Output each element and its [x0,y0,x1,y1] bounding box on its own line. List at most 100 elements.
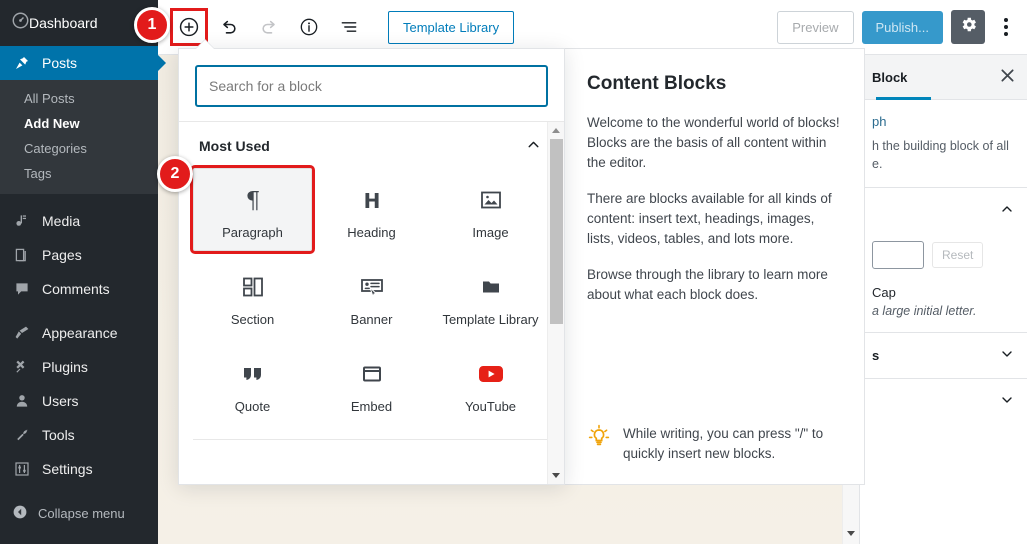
settings-toggle-button[interactable] [951,10,985,44]
content-info-button[interactable] [292,10,326,44]
block-item-quote[interactable]: Quote [193,342,312,425]
block-label-embed: Embed [351,399,392,414]
sidebar-subitem-categories[interactable]: Categories [0,136,158,161]
help-tip-text: While writing, you can press "/" to quic… [623,424,842,464]
sidebar-item-appearance[interactable]: Appearance [0,316,158,350]
sidebar-item-settings[interactable]: Settings [0,452,158,486]
step-badge-2: 2 [157,156,193,192]
menu-spacer-3 [0,486,158,496]
inserter-scroll-area: Most Used ¶ Paragraph H Heading [179,121,564,484]
sidebar-item-users[interactable]: Users [0,384,158,418]
typography-panel-header[interactable] [860,187,1027,233]
font-size-input[interactable] [872,241,924,269]
tab-block[interactable]: Block [872,70,907,85]
preview-button[interactable]: Preview [777,11,853,44]
search-input[interactable] [195,65,548,107]
collapse-menu-button[interactable]: Collapse menu [0,496,158,530]
canvas-scroll-down-arrow-icon[interactable] [847,531,855,536]
block-item-section[interactable]: Section [193,255,312,338]
help-paragraph-1: Welcome to the wonderful world of blocks… [587,113,842,173]
sidebar-item-posts[interactable]: Posts [0,46,158,80]
help-paragraph-2: There are blocks available for all kinds… [587,189,842,249]
gear-icon [959,15,978,39]
most-used-panel-header[interactable]: Most Used [179,122,564,166]
color-settings-panel-header[interactable]: s [860,332,1027,378]
block-label-heading: Heading [347,225,395,240]
chevron-down-icon-2[interactable] [999,392,1015,411]
block-item-image[interactable]: Image [431,168,550,251]
lightbulb-icon [587,424,611,455]
block-label-template-library: Template Library [442,312,538,327]
more-options-button[interactable] [993,10,1019,44]
publish-button[interactable]: Publish... [862,11,943,44]
selected-block-desc-line1: h the building block of all [872,137,1015,155]
kebab-dot-3 [1004,32,1008,36]
drop-cap-title: Cap [860,283,1027,300]
sidebar-item-label-users: Users [42,393,79,409]
step-badge-1: 1 [134,7,170,43]
youtube-icon [477,357,505,391]
svg-text:¶: ¶ [245,188,260,213]
block-item-youtube[interactable]: YouTube [431,342,550,425]
redo-button[interactable] [252,10,286,44]
posts-submenu: All Posts Add New Categories Tags [0,80,158,194]
block-item-heading[interactable]: H Heading [312,168,431,251]
template-library-button[interactable]: Template Library [388,11,514,44]
wp-block-editor-screen: Dashboard Posts All Posts Add New Catego… [0,0,1027,544]
block-inserter-popover: Most Used ¶ Paragraph H Heading [178,48,565,485]
chevron-up-icon-typography[interactable] [999,201,1015,220]
section-columns-icon [241,270,265,304]
block-item-embed[interactable]: Embed [312,342,431,425]
admin-sidebar: Dashboard Posts All Posts Add New Catego… [0,0,158,544]
sidebar-item-tools[interactable]: Tools [0,418,158,452]
sidebar-item-comments[interactable]: Comments [0,272,158,306]
undo-button[interactable] [212,10,246,44]
content-blocks-help-panel: Content Blocks Welcome to the wonderful … [565,48,865,485]
help-panel-title: Content Blocks [587,73,842,95]
sidebar-item-label-tools: Tools [42,427,75,443]
block-label-quote: Quote [235,399,270,414]
image-icon [479,183,503,217]
block-item-template-library[interactable]: Template Library [431,255,550,338]
sidebar-subitem-all-posts[interactable]: All Posts [0,86,158,111]
help-tip: While writing, you can press "/" to quic… [587,424,842,470]
scroll-down-arrow-icon[interactable] [552,473,560,478]
grid-separator [193,439,550,440]
sidebar-item-label-settings: Settings [42,461,93,477]
close-icon[interactable] [1000,68,1015,86]
sliders-icon [12,459,32,479]
sidebar-item-label-pages: Pages [42,247,82,263]
sidebar-item-pages[interactable]: Pages [0,238,158,272]
editor-header: Template Library Preview Publish... [158,0,1027,55]
block-item-paragraph[interactable]: ¶ Paragraph [193,168,312,251]
sidebar-item-plugins[interactable]: Plugins [0,350,158,384]
sidebar-item-media[interactable]: Media [0,204,158,238]
help-paragraph-3: Browse through the library to learn more… [587,265,842,305]
advanced-panel-header[interactable] [860,378,1027,424]
pin-icon [12,53,32,73]
inserter-scrollbar-thumb[interactable] [550,139,563,324]
block-label-image: Image [472,225,508,240]
folder-icon [479,270,503,304]
media-icon [12,211,32,231]
reset-button[interactable]: Reset [932,242,983,268]
appearance-brush-icon [12,323,32,343]
collapse-arrow-icon [12,504,28,523]
sidebar-subitem-tags[interactable]: Tags [0,161,158,186]
inserter-scrollbar[interactable] [547,122,564,484]
selected-block-desc-line2: e. [872,155,1015,173]
block-item-banner[interactable]: Banner [312,255,431,338]
scroll-up-arrow-icon[interactable] [552,128,560,133]
list-view-button[interactable] [332,10,366,44]
font-size-row: Reset [860,233,1027,283]
color-settings-title: s [872,348,879,363]
sidebar-tabs: Block [860,55,1027,100]
svg-text:H: H [363,189,380,213]
block-label-section: Section [231,312,274,327]
drop-cap-description: a large initial letter. [860,300,1027,332]
wrench-icon [12,425,32,445]
chevron-down-icon-1[interactable] [999,346,1015,365]
sidebar-subitem-add-new[interactable]: Add New [0,111,158,136]
tab-active-underline [876,97,931,100]
chevron-up-icon[interactable] [525,136,542,156]
